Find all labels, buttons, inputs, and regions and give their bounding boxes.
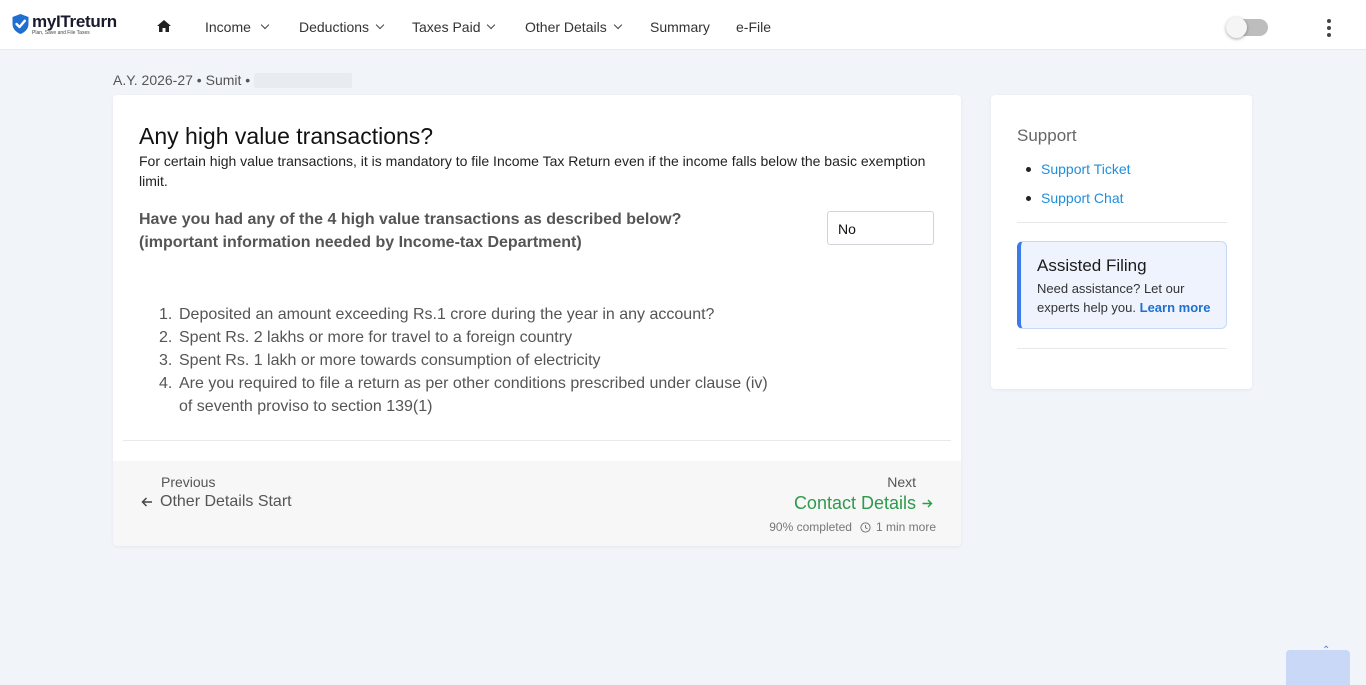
brand-tagline: Plan, Save and File Taxes [32, 30, 90, 36]
chevron-down-icon [260, 20, 270, 30]
page-title: Any high value transactions? [139, 123, 434, 149]
nav-taxes-paid-label: Taxes Paid [412, 19, 481, 35]
nav-efile[interactable]: e-File [736, 19, 771, 35]
progress-info: 90% completed 1 min more [769, 520, 936, 534]
chevron-down-icon [613, 20, 622, 30]
help-icon: ⌃ [1322, 645, 1331, 656]
nav-deductions-label: Deductions [299, 19, 370, 35]
nav-other-details[interactable]: Other Details [525, 19, 622, 35]
next-button[interactable]: Contact Details [794, 493, 933, 514]
nav-summary-label: Summary [650, 19, 710, 35]
brand-logo[interactable]: myITreturn Plan, Save and File Taxes [11, 13, 117, 36]
time-remaining: 1 min more [875, 520, 936, 534]
support-links: Support Ticket Support Chat [1026, 155, 1131, 213]
nav-taxes-paid[interactable]: Taxes Paid [412, 19, 496, 35]
arrow-left-icon [141, 497, 152, 507]
previous-button[interactable]: Other Details Start [141, 493, 292, 511]
divider [123, 440, 951, 441]
chevron-down-icon [487, 20, 496, 30]
list-item-text: Spent Rs. 2 lakhs or more for travel to … [179, 329, 573, 346]
redacted-pan [254, 72, 353, 88]
more-menu-icon[interactable] [1321, 18, 1337, 38]
toggle-knob [1226, 17, 1247, 38]
list-item: 2. Spent Rs. 2 lakhs or more for travel … [159, 326, 799, 349]
list-item-number: 1. [159, 306, 173, 323]
clock-icon [860, 521, 871, 533]
support-title: Support [1017, 126, 1077, 145]
question-line-2: (important information needed by Income-… [139, 234, 582, 251]
list-item-number: 2. [159, 329, 173, 346]
assisted-filing-text: Need assistance? Let our experts help yo… [1037, 279, 1222, 317]
assisted-filing-card: Assisted Filing Need assistance? Let our… [1017, 241, 1227, 329]
list-item-text: Deposited an amount exceeding Rs.1 crore… [179, 306, 715, 323]
list-item: 1. Deposited an amount exceeding Rs.1 cr… [159, 303, 799, 326]
support-ticket-link[interactable]: Support Ticket [1026, 155, 1131, 184]
learn-more-link[interactable]: Learn more [1140, 300, 1211, 315]
nav-income-label: Income [205, 19, 251, 35]
theme-toggle[interactable] [1226, 17, 1268, 38]
previous-label: Previous [161, 474, 216, 490]
question-label: Have you had any of the 4 high value tra… [139, 208, 739, 254]
page-description: For certain high value transactions, it … [139, 153, 926, 189]
brand-name: myITreturn [32, 12, 117, 31]
nav-other-details-label: Other Details [525, 19, 607, 35]
previous-link-text: Other Details Start [160, 493, 292, 510]
high-value-answer-select[interactable]: No [827, 211, 934, 245]
arrow-right-icon [922, 499, 933, 508]
top-navbar: myITreturn Plan, Save and File Taxes Inc… [0, 0, 1366, 50]
list-item-text: Are you required to file a return as per… [179, 375, 768, 415]
home-icon[interactable] [156, 19, 172, 33]
list-item-text: Spent Rs. 1 lakh or more towards consump… [179, 352, 601, 369]
transactions-list: 1. Deposited an amount exceeding Rs.1 cr… [159, 303, 799, 418]
breadcrumb-text: A.Y. 2026-27 • Sumit • [113, 72, 251, 88]
divider [1017, 222, 1227, 223]
question-line-1: Have you had any of the 4 high value tra… [139, 211, 682, 228]
shield-check-icon [12, 14, 29, 34]
nav-summary[interactable]: Summary [650, 19, 710, 35]
list-item-number: 4. [159, 375, 173, 392]
support-sidebar: Support Support Ticket Support Chat Assi… [991, 95, 1252, 389]
nav-efile-label: e-File [736, 19, 772, 35]
next-link-text: Contact Details [793, 493, 916, 513]
assisted-filing-title: Assisted Filing [1037, 256, 1147, 275]
progress-text: 90% completed [769, 520, 852, 534]
floating-help-button[interactable]: ⌃ [1286, 645, 1350, 685]
nav-income[interactable]: Income [205, 19, 270, 35]
next-label: Next [887, 474, 916, 490]
nav-deductions[interactable]: Deductions [299, 19, 385, 35]
card-footer: Previous Other Details Start Next Contac… [113, 461, 961, 546]
support-chat-link[interactable]: Support Chat [1026, 184, 1131, 213]
list-item-number: 3. [159, 352, 173, 369]
list-item: 4. Are you required to file a return as … [159, 372, 799, 418]
main-card: Any high value transactions? For certain… [113, 95, 961, 546]
divider [1017, 348, 1227, 349]
breadcrumb: A.Y. 2026-27 • Sumit • [113, 72, 353, 88]
list-item: 3. Spent Rs. 1 lakh or more towards cons… [159, 349, 799, 372]
chevron-down-icon [375, 20, 385, 30]
